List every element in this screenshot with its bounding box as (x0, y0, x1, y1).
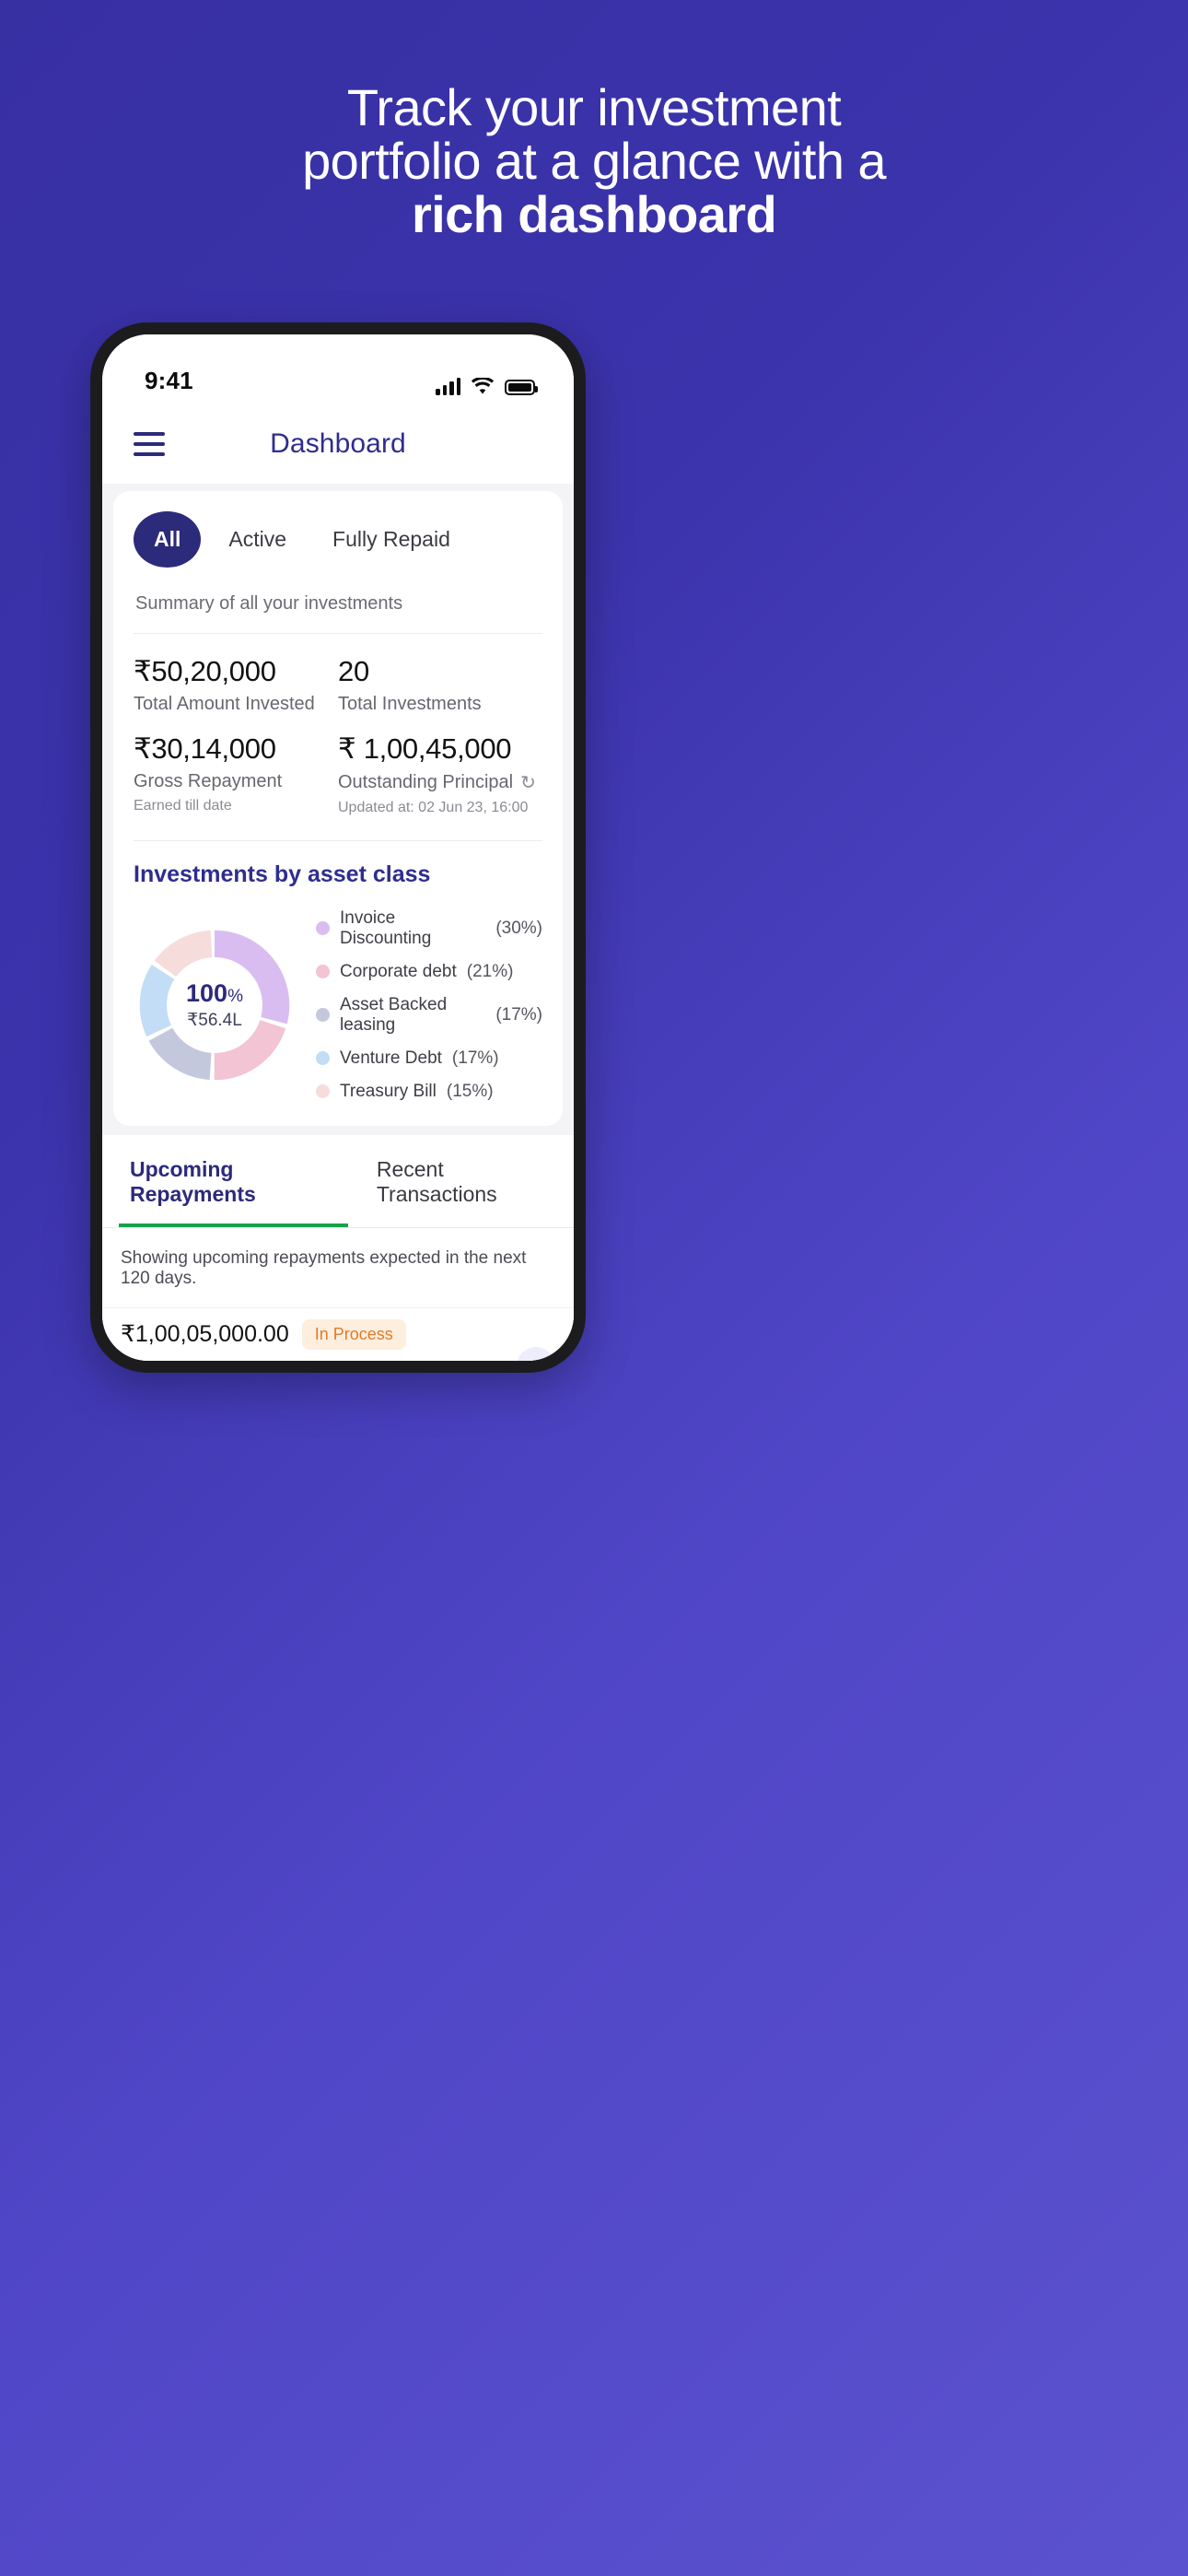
legend-label: Venture Debt (340, 1048, 442, 1068)
donut-center-label: 100% ₹56.4L (134, 924, 296, 1086)
status-bar: 9:41 (102, 334, 574, 404)
divider (134, 839, 542, 841)
scroll-content[interactable]: All Active Fully Repaid Summary of all y… (102, 484, 574, 1361)
refresh-icon[interactable]: ↻ (520, 771, 536, 794)
table-row[interactable]: ₹1,00,05,000.00 In Process altSmart IDKK… (102, 1306, 574, 1362)
summary-card: All Active Fully Repaid Summary of all y… (113, 491, 563, 1126)
filter-tabs: All Active Fully Repaid (134, 511, 542, 568)
legend-item-venture-debt: Venture Debt (17%) (316, 1048, 542, 1069)
legend-swatch-icon (316, 1008, 330, 1022)
legend-item-asset-backed-leasing: Asset Backed leasing (17%) (316, 995, 542, 1036)
chart-legend: Invoice Discounting (30%) Corporate debt… (309, 908, 542, 1102)
status-bar-icons (436, 378, 538, 395)
stat-outstanding-principal: ₹ 1,00,45,000 Outstanding Principal ↻ Up… (338, 732, 542, 816)
summary-subtitle: Summary of all your investments (135, 593, 403, 614)
legend-swatch-icon (316, 965, 330, 978)
stat-label-text: Outstanding Principal (338, 771, 514, 792)
stat-value: 20 (338, 655, 369, 687)
page-title: Dashboard (270, 428, 406, 459)
phone-mockup: 9:41 Dashboard All Active Fully Repaid S… (90, 322, 586, 1373)
stat-label: Total Investments (338, 693, 482, 714)
legend-label: Asset Backed leasing (340, 994, 448, 1035)
cellular-bars-icon (436, 378, 460, 395)
tab-recent-transactions[interactable]: Recent Transactions (366, 1135, 557, 1227)
donut-amount: ₹56.4L (187, 1010, 242, 1030)
chart-section-title: Investments by asset class (134, 861, 431, 887)
promo-headline: Track your investment portfolio at a gla… (0, 78, 1188, 244)
battery-full-icon (505, 380, 538, 395)
app-bar: Dashboard (102, 404, 574, 484)
legend-item-corporate-debt: Corporate debt (21%) (316, 962, 542, 982)
row-amount-line: ₹1,00,05,000.00 In Process (121, 1318, 507, 1350)
repayments-note: Showing upcoming repayments expected in … (102, 1227, 574, 1307)
legend-swatch-icon (316, 1051, 330, 1065)
stat-total-investments: 20 Total Investments (338, 654, 542, 715)
status-badge: In Process (301, 1318, 406, 1350)
status-bar-clock: 9:41 (145, 367, 193, 394)
stat-total-amount-invested: ₹50,20,000 Total Amount Invested (134, 654, 338, 715)
headline-line-1: Track your investment (346, 78, 842, 136)
phone-screen: 9:41 Dashboard All Active Fully Repaid S… (102, 334, 574, 1361)
legend-label: Treasury Bill (340, 1081, 437, 1101)
legend-swatch-icon (316, 1084, 330, 1098)
donut-chart: 100% ₹56.4L (134, 924, 296, 1086)
row-content: ₹1,00,05,000.00 In Process altSmart IDKK… (121, 1318, 507, 1362)
stat-sub: Earned till date (134, 797, 232, 814)
row-amount: ₹1,00,05,000.00 (121, 1321, 289, 1347)
headline-line-3: rich dashboard (411, 185, 777, 244)
stat-label: Outstanding Principal ↻ (338, 771, 542, 794)
stat-value: ₹30,14,000 (134, 732, 276, 765)
legend-value: (17%) (451, 1048, 499, 1068)
stat-gross-repayment: ₹30,14,000 Gross Repayment Earned till d… (134, 732, 338, 816)
filter-tab-all[interactable]: All (134, 511, 202, 568)
legend-item-invoice-discounting: Invoice Discounting (30%) (316, 908, 542, 949)
legend-value: (30%) (495, 918, 542, 938)
legend-value: (15%) (446, 1081, 494, 1101)
stat-value: ₹ 1,00,45,000 (338, 732, 512, 765)
legend-label: Corporate debt (340, 961, 457, 981)
stats-grid: ₹50,20,000 Total Amount Invested 20 Tota… (134, 654, 542, 833)
stat-label: Total Amount Invested (134, 693, 315, 714)
asset-class-chart: 100% ₹56.4L Invoice Discounting (30%) Co… (134, 908, 542, 1102)
bottom-tabs: Upcoming Repayments Recent Transactions (102, 1134, 574, 1228)
filter-tab-active[interactable]: Active (210, 516, 305, 563)
legend-value: (21%) (466, 961, 514, 981)
divider (134, 633, 542, 634)
donut-percent: 100% (186, 978, 243, 1007)
tab-spacer (348, 1135, 366, 1227)
legend-swatch-icon (316, 921, 330, 935)
stat-value: ₹50,20,000 (134, 655, 276, 687)
legend-value: (17%) (495, 1004, 542, 1025)
row-name: altSmart (121, 1359, 507, 1362)
headline-line-2: portfolio at a glance with a (302, 132, 886, 191)
tab-upcoming-repayments[interactable]: Upcoming Repayments (119, 1135, 348, 1227)
stat-sub: Updated at: 02 Jun 23, 16:00 (338, 799, 529, 815)
stat-label: Gross Repayment (134, 770, 283, 791)
chevron-right-icon[interactable]: › (517, 1346, 555, 1361)
legend-label: Invoice Discounting (340, 907, 432, 948)
legend-item-treasury-bill: Treasury Bill (15%) (316, 1082, 542, 1102)
filter-tab-fully-repaid[interactable]: Fully Repaid (314, 516, 469, 563)
wifi-icon (471, 378, 495, 394)
